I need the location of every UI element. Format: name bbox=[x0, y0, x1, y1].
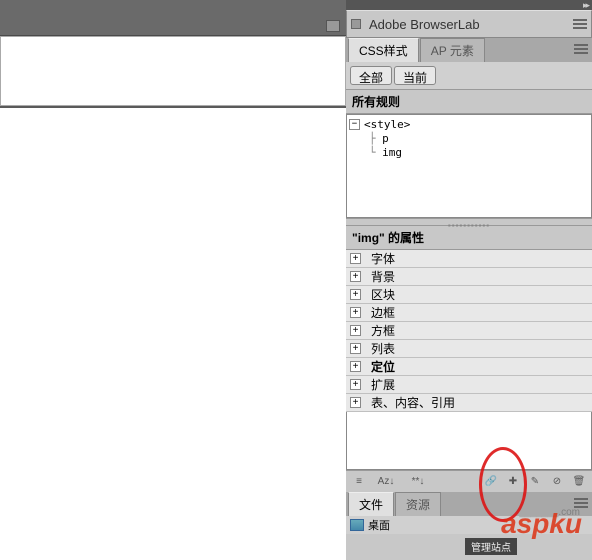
sort-button[interactable]: Az↓ bbox=[372, 474, 400, 490]
tab-menu-icon[interactable] bbox=[574, 44, 588, 54]
tab-menu-icon[interactable] bbox=[574, 498, 588, 508]
tab-files[interactable]: 文件 bbox=[348, 492, 394, 516]
css-bottom-toolbar: ≡ Az↓ **↓ 🔗 ✚ ✎ ⊘ 🗑 bbox=[346, 470, 592, 492]
prop-row-box[interactable]: + 方框 bbox=[346, 322, 592, 340]
expand-icon[interactable]: + bbox=[350, 379, 361, 390]
expand-icon[interactable]: + bbox=[350, 271, 361, 282]
prop-label: 边框 bbox=[371, 304, 395, 321]
css-tabs-row: CSS样式 AP 元素 bbox=[346, 38, 592, 62]
desktop-icon bbox=[350, 519, 364, 531]
tab-css-styles[interactable]: CSS样式 bbox=[348, 38, 419, 62]
prop-row-font[interactable]: + 字体 bbox=[346, 250, 592, 268]
prop-label: 表、内容、引用 bbox=[371, 394, 455, 411]
document-canvas[interactable] bbox=[0, 108, 346, 560]
expand-icon[interactable]: + bbox=[350, 361, 361, 372]
css-rules-tree[interactable]: − <style> ├ p └ img bbox=[346, 114, 592, 218]
document-top-area bbox=[0, 36, 346, 106]
attach-stylesheet-icon[interactable]: 🔗 bbox=[482, 474, 500, 490]
tree-connector-icon: └ bbox=[349, 146, 382, 159]
panels-dock: ▸▸ Adobe BrowserLab CSS样式 AP 元素 全部 当前 所有… bbox=[346, 0, 592, 560]
collapse-bar[interactable]: ▸▸ bbox=[346, 0, 592, 10]
prop-label: 区块 bbox=[371, 286, 395, 303]
prop-label: 方框 bbox=[371, 322, 395, 339]
prop-row-tables[interactable]: + 表、内容、引用 bbox=[346, 394, 592, 412]
tree-node-label: p bbox=[382, 132, 389, 145]
redacted-label: 管理站点 bbox=[465, 538, 517, 555]
show-category-icon[interactable]: ≡ bbox=[350, 474, 368, 490]
disable-icon[interactable]: ⊘ bbox=[548, 474, 566, 490]
expand-icon[interactable]: + bbox=[350, 307, 361, 318]
prop-label: 定位 bbox=[371, 358, 395, 375]
css-filter-row: 全部 当前 bbox=[346, 62, 592, 90]
tab-assets[interactable]: 资源 bbox=[395, 492, 441, 516]
document-panel bbox=[0, 0, 346, 560]
grip-icon: ▪▪▪▪▪▪▪▪▪▪▪ bbox=[448, 221, 490, 230]
rule-button[interactable]: **↓ bbox=[404, 474, 432, 490]
prop-label: 扩展 bbox=[371, 376, 395, 393]
tree-row-style[interactable]: − <style> bbox=[349, 117, 589, 131]
panel-divider[interactable]: ▪▪▪▪▪▪▪▪▪▪▪ bbox=[346, 218, 592, 226]
prop-label: 字体 bbox=[371, 250, 395, 267]
prop-label: 背景 bbox=[371, 268, 395, 285]
desktop-label: 桌面 bbox=[368, 517, 390, 533]
expand-icon[interactable]: − bbox=[349, 119, 360, 130]
prop-row-background[interactable]: + 背景 bbox=[346, 268, 592, 286]
files-tabs-row: 文件 资源 bbox=[346, 492, 592, 516]
browserlab-title: Adobe BrowserLab bbox=[369, 17, 480, 32]
tab-ap-elements[interactable]: AP 元素 bbox=[420, 38, 485, 62]
browserlab-panel-header[interactable]: Adobe BrowserLab bbox=[346, 10, 592, 38]
filter-all-button[interactable]: 全部 bbox=[350, 66, 392, 85]
properties-list: + 字体 + 背景 + 区块 + 边框 + 方框 + 列表 + 定位 + 扩展 bbox=[346, 250, 592, 412]
document-titlebar bbox=[0, 0, 346, 36]
properties-blank-area bbox=[346, 412, 592, 470]
all-rules-header: 所有规则 bbox=[346, 90, 592, 114]
panel-dock-icon[interactable] bbox=[351, 19, 361, 29]
expand-icon[interactable]: + bbox=[350, 289, 361, 300]
tree-connector-icon: ├ bbox=[349, 132, 382, 145]
prop-row-positioning[interactable]: + 定位 bbox=[346, 358, 592, 376]
prop-row-extensions[interactable]: + 扩展 bbox=[346, 376, 592, 394]
expand-icon[interactable]: + bbox=[350, 253, 361, 264]
prop-row-block[interactable]: + 区块 bbox=[346, 286, 592, 304]
filter-current-button[interactable]: 当前 bbox=[394, 66, 436, 85]
edit-rule-icon[interactable]: ✎ bbox=[526, 474, 544, 490]
dock-icon[interactable] bbox=[326, 20, 340, 32]
tree-row-img[interactable]: └ img bbox=[349, 145, 589, 159]
expand-icon[interactable]: + bbox=[350, 343, 361, 354]
expand-icon[interactable]: + bbox=[350, 325, 361, 336]
new-rule-icon[interactable]: ✚ bbox=[504, 474, 522, 490]
prop-row-border[interactable]: + 边框 bbox=[346, 304, 592, 322]
files-content-row[interactable]: 桌面 bbox=[346, 516, 592, 534]
tree-node-label: <style> bbox=[364, 118, 410, 131]
prop-row-list[interactable]: + 列表 bbox=[346, 340, 592, 358]
prop-label: 列表 bbox=[371, 340, 395, 357]
panel-menu-icon[interactable] bbox=[573, 19, 587, 29]
tree-row-p[interactable]: ├ p bbox=[349, 131, 589, 145]
delete-icon[interactable]: 🗑 bbox=[570, 474, 588, 490]
tree-node-label: img bbox=[382, 146, 402, 159]
expand-icon[interactable]: + bbox=[350, 397, 361, 408]
